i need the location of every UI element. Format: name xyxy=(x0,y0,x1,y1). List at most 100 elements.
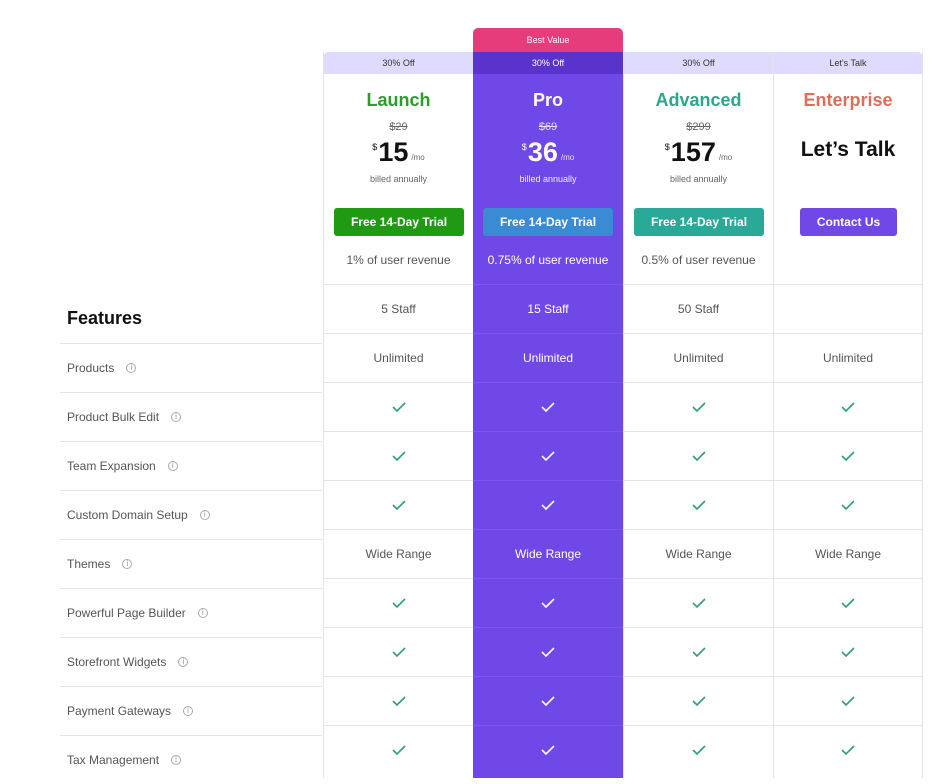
checkmark-icon xyxy=(841,402,855,412)
checkmark-icon xyxy=(541,402,555,412)
revenue-share: 0.75% of user revenue xyxy=(487,253,609,267)
price-period: /mo xyxy=(411,153,425,162)
checkmark-icon xyxy=(841,745,855,755)
billing-note: billed annually xyxy=(369,174,428,184)
price: $ 157 /mo xyxy=(624,136,773,168)
feature-check-cell xyxy=(473,431,623,480)
best-value-badge: Best Value xyxy=(473,28,623,52)
price-currency: $ xyxy=(521,142,527,152)
info-icon[interactable]: i xyxy=(178,657,189,667)
feature-row: Team Expansion i xyxy=(60,441,322,490)
feature-check-cell xyxy=(324,578,473,627)
feature-check-cell xyxy=(473,725,623,774)
discount-tag: 30% Off xyxy=(473,52,623,74)
price-currency: $ xyxy=(664,142,670,152)
checkmark-icon xyxy=(691,500,706,510)
feature-row: Powerful Page Builder i xyxy=(60,588,322,637)
checkmark-icon xyxy=(391,696,406,706)
feature-check-cell xyxy=(324,627,473,676)
price-period: /mo xyxy=(560,153,575,162)
feature-row: Payment Gateways i xyxy=(60,686,322,735)
checkmark-icon xyxy=(841,451,855,461)
feature-check-cell xyxy=(774,725,922,774)
price-text: Let’s Talk xyxy=(800,138,896,161)
feature-value-cell: Unlimited xyxy=(324,333,473,382)
discount-tag: 30% Off xyxy=(324,52,473,74)
feature-check-cell xyxy=(624,676,773,725)
feature-check-cell xyxy=(324,480,473,529)
feature-check-cell xyxy=(624,382,773,431)
feature-label: Storefront Widgets xyxy=(67,655,167,669)
feature-check-cell xyxy=(774,480,922,529)
feature-check-cell xyxy=(324,676,473,725)
feature-check-cell xyxy=(624,431,773,480)
info-icon[interactable]: i xyxy=(122,559,133,569)
checkmark-icon xyxy=(391,647,406,657)
feature-check-cell xyxy=(624,725,773,774)
feature-check-cell xyxy=(774,627,922,676)
contact-us-button[interactable]: Contact Us xyxy=(800,208,897,236)
feature-value-cell: Wide Range xyxy=(624,529,773,578)
feature-label: Tax Management xyxy=(67,753,160,767)
discount-tag: Let's Talk xyxy=(774,52,922,74)
checkmark-icon xyxy=(541,647,555,657)
feature-row: Custom Domain Setup i xyxy=(60,490,322,539)
checkmark-icon xyxy=(541,598,555,608)
checkmark-icon xyxy=(391,402,406,412)
feature-label: Themes xyxy=(67,557,111,571)
feature-label: Team Expansion xyxy=(67,459,156,473)
free-trial-button[interactable]: Free 14-Day Trial xyxy=(483,208,613,236)
feature-row: Tax Management i xyxy=(60,735,322,784)
feature-label: Payment Gateways xyxy=(67,704,172,718)
feature-check-cell xyxy=(624,627,773,676)
info-icon[interactable]: i xyxy=(183,706,194,716)
old-price: $299 xyxy=(686,121,711,133)
price-period: /mo xyxy=(718,153,733,162)
info-icon[interactable]: i xyxy=(197,608,208,618)
feature-check-cell xyxy=(624,480,773,529)
old-price: $29 xyxy=(389,121,408,133)
free-trial-button[interactable]: Free 14-Day Trial xyxy=(334,208,464,236)
plan-name: Enterprise xyxy=(803,90,893,110)
price: $ 36 /mo xyxy=(473,136,623,168)
checkmark-icon xyxy=(841,598,855,608)
feature-value-cell: Wide Range xyxy=(324,529,473,578)
feature-row: Themes i xyxy=(60,539,322,588)
checkmark-icon xyxy=(541,696,555,706)
feature-check-cell xyxy=(473,578,623,627)
info-icon[interactable]: i xyxy=(171,755,182,765)
feature-value-cell: Wide Range xyxy=(473,529,623,578)
price-amount: 15 xyxy=(378,137,409,167)
feature-check-cell xyxy=(473,676,623,725)
features-heading: Features xyxy=(67,308,143,328)
feature-row: Products i xyxy=(60,343,322,392)
feature-value-cell: Wide Range xyxy=(774,529,922,578)
feature-check-cell xyxy=(324,431,473,480)
feature-label: Powerful Page Builder xyxy=(67,606,186,620)
checkmark-icon xyxy=(841,500,855,510)
plan-column-enterprise: Let's Talk Enterprise Let’s Talk Contact… xyxy=(773,52,923,778)
info-icon[interactable]: i xyxy=(167,461,178,471)
info-icon[interactable]: i xyxy=(126,363,137,373)
staff-cell xyxy=(774,284,922,333)
feature-check-cell xyxy=(324,725,473,774)
billing-note: billed annually xyxy=(519,174,577,184)
feature-check-cell xyxy=(774,676,922,725)
checkmark-icon xyxy=(691,451,706,461)
feature-check-cell xyxy=(473,627,623,676)
free-trial-button[interactable]: Free 14-Day Trial xyxy=(634,208,764,236)
checkmark-icon xyxy=(541,745,555,755)
plan-name: Advanced xyxy=(655,90,742,110)
feature-value-cell: Unlimited xyxy=(473,333,623,382)
checkmark-icon xyxy=(691,696,706,706)
info-icon[interactable]: i xyxy=(199,510,210,520)
feature-check-cell xyxy=(774,431,922,480)
plan-column-pro: 30% Off Pro $69 $ 36 /mo billed annually… xyxy=(473,52,623,778)
feature-label: Products xyxy=(67,361,115,375)
staff-cell: 5 Staff xyxy=(324,284,473,333)
checkmark-icon xyxy=(391,451,406,461)
feature-label: Custom Domain Setup xyxy=(67,508,188,522)
feature-check-cell xyxy=(324,382,473,431)
staff-cell: 15 Staff xyxy=(473,284,623,333)
info-icon[interactable]: i xyxy=(171,412,182,422)
